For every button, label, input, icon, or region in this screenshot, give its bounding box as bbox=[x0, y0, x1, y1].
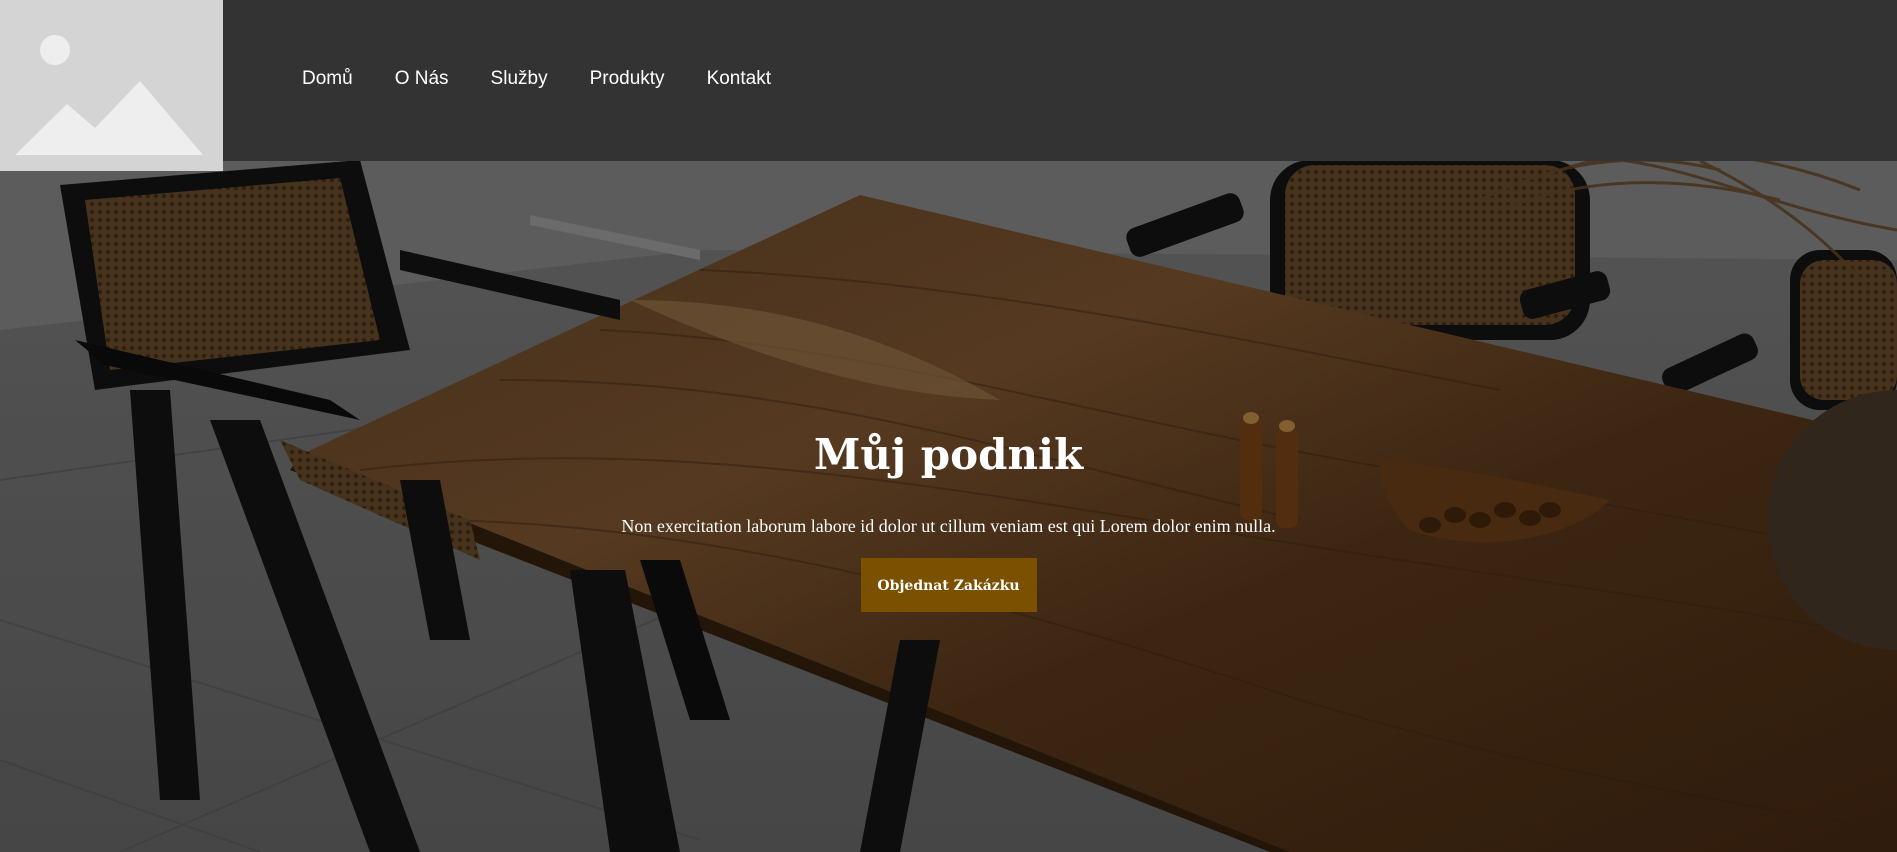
main-nav: Domů O Nás Služby Produkty Kontakt bbox=[302, 67, 813, 91]
nav-item-domu[interactable]: Domů bbox=[302, 67, 353, 91]
nav-item-sluzby[interactable]: Služby bbox=[491, 67, 548, 91]
nav-item-produkty[interactable]: Produkty bbox=[590, 67, 665, 91]
nav-item-kontakt[interactable]: Kontakt bbox=[707, 67, 771, 91]
hero-subtitle: Non exercitation laborum labore id dolor… bbox=[621, 516, 1276, 536]
order-button[interactable]: Objednat Zakázku bbox=[860, 558, 1037, 612]
hero-title: Můj podnik bbox=[813, 430, 1084, 479]
hero-content: Můj podnik Non exercitation laborum labo… bbox=[0, 425, 1897, 612]
site-header bbox=[0, 0, 1897, 161]
nav-item-o-nas[interactable]: O Nás bbox=[395, 67, 449, 91]
image-placeholder-icon bbox=[15, 35, 203, 155]
logo[interactable] bbox=[0, 0, 223, 171]
page: Domů O Nás Služby Produkty Kontakt Můj p… bbox=[0, 0, 1897, 852]
